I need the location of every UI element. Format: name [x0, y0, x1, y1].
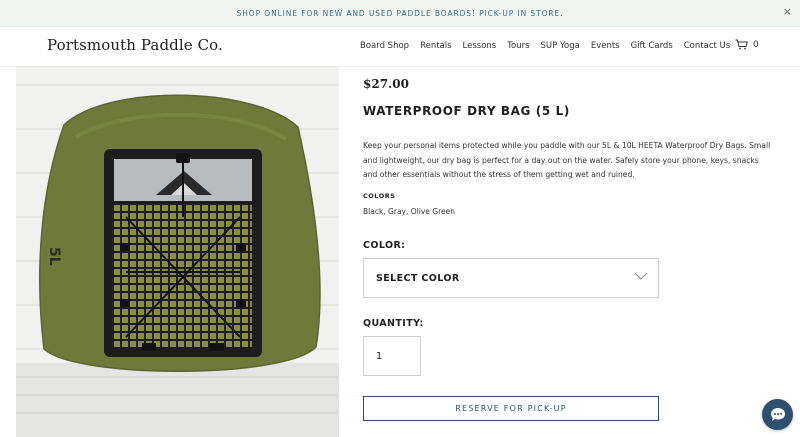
product-price: $27.00 — [363, 77, 409, 91]
color-select-value: SELECT COLOR — [376, 273, 460, 284]
quantity-input[interactable] — [363, 336, 421, 376]
announcement-text: SHOP ONLINE FOR NEW AND USED PADDLE BOAR… — [236, 8, 564, 18]
chevron-down-icon — [634, 272, 648, 280]
cart-count: 0 — [753, 39, 759, 50]
color-select[interactable]: SELECT COLOR — [363, 258, 659, 298]
colors-heading: COLORS — [363, 192, 396, 200]
nav-board-shop[interactable]: Board Shop — [360, 41, 409, 51]
colors-value: Black, Gray, Olive Green — [363, 207, 455, 216]
nav-tours[interactable]: Tours — [507, 41, 529, 51]
product-image[interactable]: 5L — [16, 67, 339, 437]
cart-icon — [735, 39, 748, 50]
main-nav: Board Shop Rentals Lessons Tours SUP Yog… — [360, 41, 730, 51]
cart-button[interactable]: 0 — [735, 39, 759, 50]
nav-rentals[interactable]: Rentals — [420, 41, 451, 51]
nav-contact-us[interactable]: Contact Us — [684, 41, 730, 51]
site-logo[interactable]: Portsmouth Paddle Co. — [47, 36, 223, 54]
nav-lessons[interactable]: Lessons — [463, 41, 497, 51]
reserve-button[interactable]: RESERVE FOR PICK-UP — [363, 396, 659, 421]
product-description: Keep your personal items protected while… — [363, 141, 771, 179]
bag-label-text: 5L — [46, 247, 62, 266]
announcement-bar: SHOP ONLINE FOR NEW AND USED PADDLE BOAR… — [0, 0, 800, 27]
nav-events[interactable]: Events — [591, 41, 620, 51]
nav-gift-cards[interactable]: Gift Cards — [631, 41, 673, 51]
chat-button[interactable] — [762, 399, 793, 430]
close-icon[interactable]: × — [783, 5, 792, 19]
nav-sup-yoga[interactable]: SUP Yoga — [541, 41, 580, 51]
chat-icon — [770, 408, 785, 421]
site-header: Portsmouth Paddle Co. Board Shop Rentals… — [0, 27, 800, 67]
reserve-button-label: RESERVE FOR PICK-UP — [455, 404, 567, 413]
color-label: COLOR: — [363, 240, 406, 251]
quantity-label: QUANTITY: — [363, 318, 424, 329]
product-title: WATERPROOF DRY BAG (5 L) — [363, 104, 570, 118]
